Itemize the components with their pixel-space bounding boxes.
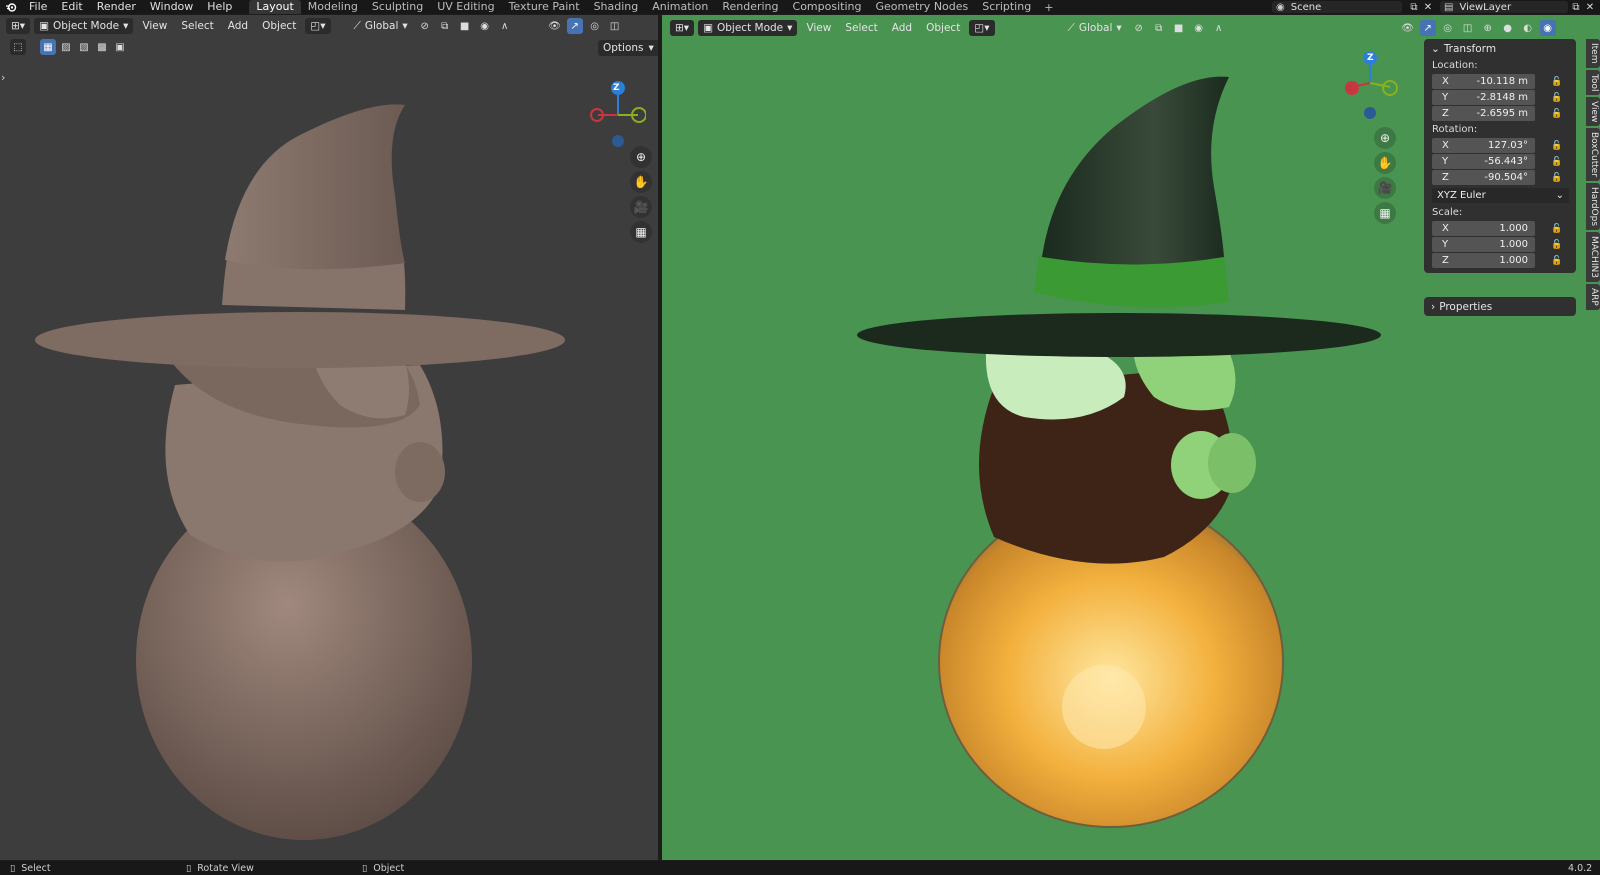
mouse-left-icon: ▯: [10, 862, 16, 874]
workspace-tab-texture-paint[interactable]: Texture Paint: [502, 0, 587, 14]
workspace-tab-uv-editing[interactable]: UV Editing: [430, 0, 501, 14]
status-object: Object: [373, 862, 405, 874]
axis-label: Y: [1442, 92, 1449, 103]
chevron-down-icon: ⌄: [1555, 190, 1564, 201]
chevron-right-icon: ›: [1431, 300, 1436, 313]
properties-title: Properties: [1439, 300, 1493, 313]
scene-selector[interactable]: ◉ Scene: [1272, 1, 1402, 13]
status-select: Select: [21, 862, 51, 874]
witch-sculpt-clay: [35, 104, 565, 840]
gizmo-z-label-right: Z: [1367, 53, 1374, 63]
field-value: 127.03°: [1488, 140, 1528, 151]
workspace-tab-modeling[interactable]: Modeling: [301, 0, 365, 14]
rotation-mode-dropdown[interactable]: XYZ Euler ⌄: [1432, 188, 1569, 203]
lock-icon[interactable]: 🔓: [1551, 77, 1562, 87]
axis-label: X: [1442, 76, 1449, 87]
add-workspace-icon[interactable]: +: [1038, 1, 1059, 14]
delete-view-layer-icon[interactable]: ✕: [1582, 0, 1598, 15]
mouse-middle-icon: ▯: [186, 862, 192, 874]
location-y-field[interactable]: Y -2.8148 m: [1432, 90, 1535, 105]
workspace-tab-animation[interactable]: Animation: [645, 0, 715, 14]
field-value: 1.000: [1499, 223, 1528, 234]
lock-icon[interactable]: 🔓: [1551, 173, 1562, 183]
field-value: -10.118 m: [1476, 76, 1528, 87]
workspace-tab-sculpting[interactable]: Sculpting: [365, 0, 430, 14]
axis-label: X: [1442, 140, 1449, 151]
field-value: -2.8148 m: [1476, 92, 1528, 103]
workspace-tab-shading[interactable]: Shading: [587, 0, 646, 14]
mouse-right-icon: ▯: [362, 862, 368, 874]
field-value: -56.443°: [1484, 156, 1528, 167]
workspace-tab-geometry-nodes[interactable]: Geometry Nodes: [868, 0, 975, 14]
field-value: 1.000: [1499, 255, 1528, 266]
view-layer-name: ViewLayer: [1459, 1, 1512, 13]
status-rotate: Rotate View: [197, 862, 254, 874]
transform-panel-header[interactable]: ⌄ Transform: [1424, 39, 1576, 58]
sidebar-tabs: Item Tool View BoxCutter HardOps MACHIN3…: [1586, 39, 1600, 311]
field-value: -90.504°: [1484, 172, 1528, 183]
lock-icon[interactable]: 🔓: [1551, 240, 1562, 250]
chevron-down-icon: ⌄: [1431, 42, 1440, 55]
axis-label: Z: [1442, 172, 1449, 183]
workspace-tab-layout[interactable]: Layout: [249, 0, 301, 14]
scale-y-field[interactable]: Y 1.000: [1432, 237, 1535, 252]
workspace-tab-scripting[interactable]: Scripting: [975, 0, 1038, 14]
lock-icon[interactable]: 🔓: [1551, 224, 1562, 234]
menu-window[interactable]: Window: [143, 0, 200, 14]
left-viewport-solid[interactable]: ⊞▾ ▣ Object Mode ▾ View Select Add Object …: [0, 15, 658, 860]
rotation-y-field[interactable]: Y -56.443°: [1432, 154, 1535, 169]
transform-title: Transform: [1443, 42, 1497, 55]
axis-label: Y: [1442, 239, 1449, 250]
menu-help[interactable]: Help: [200, 0, 239, 14]
camera-view-icon-right[interactable]: 🎥: [1374, 177, 1396, 199]
menu-file[interactable]: File: [22, 0, 54, 14]
pan-hand-icon-right[interactable]: ✋: [1374, 152, 1396, 174]
sidebar-tab-arp[interactable]: ARP: [1586, 284, 1600, 311]
location-label: Location:: [1432, 60, 1478, 71]
field-value: 1.000: [1499, 239, 1528, 250]
scale-z-field[interactable]: Z 1.000: [1432, 253, 1535, 268]
lock-icon[interactable]: 🔓: [1551, 157, 1562, 167]
sidebar-tab-boxcutter[interactable]: BoxCutter: [1586, 128, 1600, 182]
lock-icon[interactable]: 🔓: [1551, 109, 1562, 119]
axis-label: Z: [1442, 255, 1449, 266]
ortho-grid-icon-right[interactable]: ▦: [1374, 202, 1396, 224]
lock-icon[interactable]: 🔓: [1551, 141, 1562, 151]
rotation-x-field[interactable]: X 127.03°: [1432, 138, 1535, 153]
sidebar-tab-hardops[interactable]: HardOps: [1586, 183, 1600, 231]
rotation-z-field[interactable]: Z -90.504°: [1432, 170, 1535, 185]
menu-edit[interactable]: Edit: [54, 0, 89, 14]
workspace-tab-rendering[interactable]: Rendering: [715, 0, 785, 14]
rotation-mode-label: XYZ Euler: [1437, 190, 1486, 201]
top-bar: File Edit Render Window Help Layout Mode…: [0, 0, 1600, 14]
location-z-field[interactable]: Z -2.6595 m: [1432, 106, 1535, 121]
scale-x-field[interactable]: X 1.000: [1432, 221, 1535, 236]
scale-label: Scale:: [1432, 207, 1463, 218]
scene-icon: ◉: [1276, 1, 1285, 13]
transform-panel: ⌄ Transform Location: X -10.118 m 🔓 Y -2.814…: [1424, 39, 1576, 273]
axis-label: Z: [1442, 108, 1449, 119]
sidebar-tab-machin3[interactable]: MACHIN3: [1586, 232, 1600, 283]
rotation-label: Rotation:: [1432, 124, 1478, 135]
version-label: 4.0.2: [1568, 862, 1593, 874]
sidebar-tab-item[interactable]: Item: [1586, 39, 1600, 68]
axis-label: Y: [1442, 156, 1449, 167]
zoom-icon-right[interactable]: ⊕: [1374, 127, 1396, 149]
lock-icon[interactable]: 🔓: [1551, 93, 1562, 103]
workspace-tab-compositing[interactable]: Compositing: [786, 0, 869, 14]
status-bar: ▯ Select ▯ Rotate View ▯ Object 4.0.2: [0, 861, 1600, 875]
scene-name: Scene: [1290, 1, 1322, 13]
lock-icon[interactable]: 🔓: [1551, 256, 1562, 266]
delete-scene-icon[interactable]: ✕: [1420, 0, 1436, 15]
menu-render[interactable]: Render: [90, 0, 143, 14]
sidebar-tab-tool[interactable]: Tool: [1586, 69, 1600, 95]
properties-panel[interactable]: › Properties: [1424, 297, 1576, 316]
field-value: -2.6595 m: [1476, 108, 1528, 119]
view-layer-selector[interactable]: ▤ ViewLayer: [1440, 1, 1568, 13]
axis-label: X: [1442, 223, 1449, 234]
blender-logo-icon[interactable]: [0, 0, 22, 14]
view-layer-icon: ▤: [1444, 1, 1454, 13]
location-x-field[interactable]: X -10.118 m: [1432, 74, 1535, 89]
sidebar-tab-view[interactable]: View: [1586, 96, 1600, 127]
